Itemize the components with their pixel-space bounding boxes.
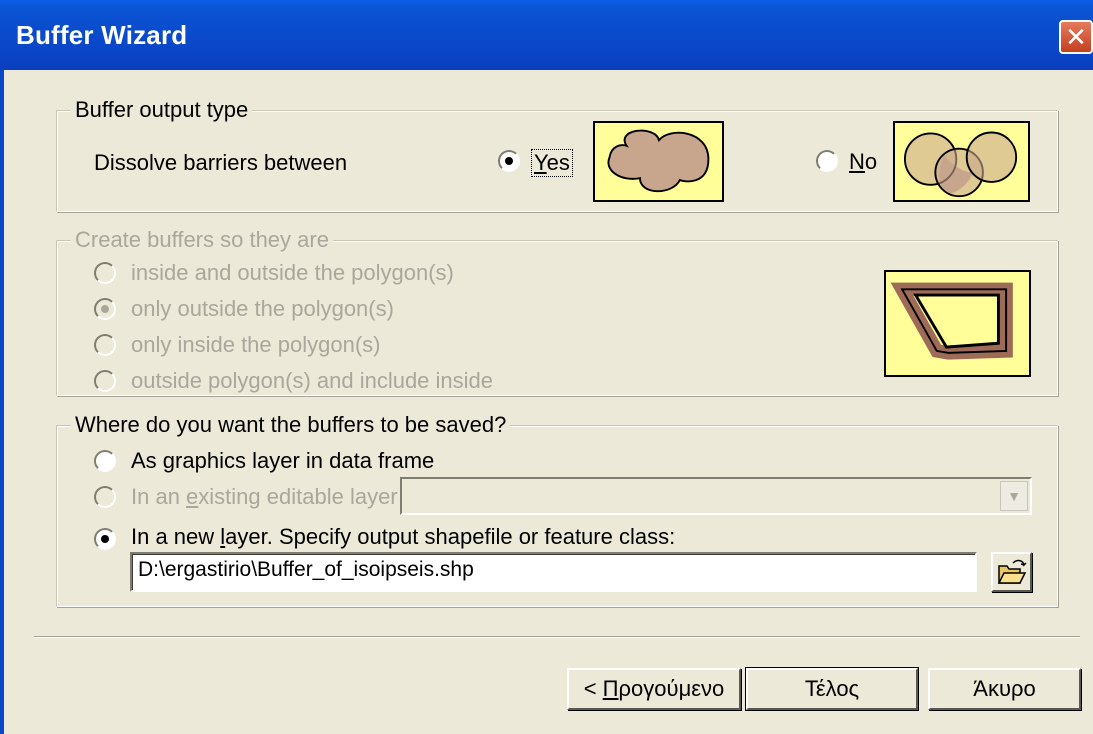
only-outside-radio[interactable] — [94, 298, 116, 320]
back-button[interactable]: < Προγούμενο — [567, 668, 741, 710]
dissolved-buffer-preview-image — [593, 121, 724, 202]
only-inside-radio[interactable] — [94, 334, 116, 356]
dialog-separator — [34, 636, 1080, 638]
window-left-border — [0, 70, 4, 734]
dissolve-yes-label[interactable]: Yes — [531, 149, 573, 177]
back-label: < Προγούμενο — [583, 676, 725, 701]
outside-include-inside-radio[interactable] — [94, 370, 116, 392]
inside-outside-radio[interactable] — [94, 262, 116, 284]
inside-outside-label: inside and outside the polygon(s) — [131, 260, 454, 285]
existing-layer-label: In an existing editable layer — [131, 484, 398, 509]
polygon-buffer-preview-image — [884, 270, 1031, 377]
close-button[interactable]: ✕ — [1059, 20, 1093, 54]
title-bar: Buffer Wizard ✕ — [0, 0, 1093, 70]
dissolve-yes-radio[interactable] — [498, 150, 520, 172]
chevron-down-icon[interactable]: ▼ — [1000, 481, 1028, 511]
new-layer-radio[interactable] — [94, 528, 116, 550]
outside-include-inside-label: outside polygon(s) and include inside — [131, 368, 494, 393]
dissolve-no-label[interactable]: No — [849, 149, 877, 175]
create-buffers-legend: Create buffers so they are — [71, 227, 333, 253]
buffer-output-type-legend: Buffer output type — [71, 97, 253, 123]
dissolve-barriers-label: Dissolve barriers between — [94, 150, 348, 175]
graphics-layer-label: As graphics layer in data frame — [131, 448, 435, 473]
dissolve-no-radio[interactable] — [816, 150, 838, 172]
output-path-field[interactable]: D:\ergastirio\Buffer_of_isoipseis.shp — [130, 552, 977, 592]
open-folder-icon — [997, 559, 1027, 584]
only-outside-label: only outside the polygon(s) — [131, 296, 394, 321]
cancel-button[interactable]: Άκυρο — [928, 668, 1081, 710]
only-inside-label: only inside the polygon(s) — [131, 332, 381, 357]
existing-layer-dropdown[interactable]: ▼ — [400, 477, 1032, 515]
graphics-layer-radio[interactable] — [94, 450, 116, 472]
close-icon: ✕ — [1065, 22, 1087, 52]
separate-buffer-preview-image — [893, 121, 1030, 202]
browse-folder-button[interactable] — [991, 552, 1032, 592]
existing-layer-radio[interactable] — [94, 486, 116, 508]
save-location-legend: Where do you want the buffers to be save… — [71, 412, 511, 438]
new-layer-label: In a new layer. Specify output shapefile… — [131, 524, 676, 549]
window-title: Buffer Wizard — [16, 20, 188, 50]
finish-button[interactable]: Τέλος — [745, 667, 919, 711]
